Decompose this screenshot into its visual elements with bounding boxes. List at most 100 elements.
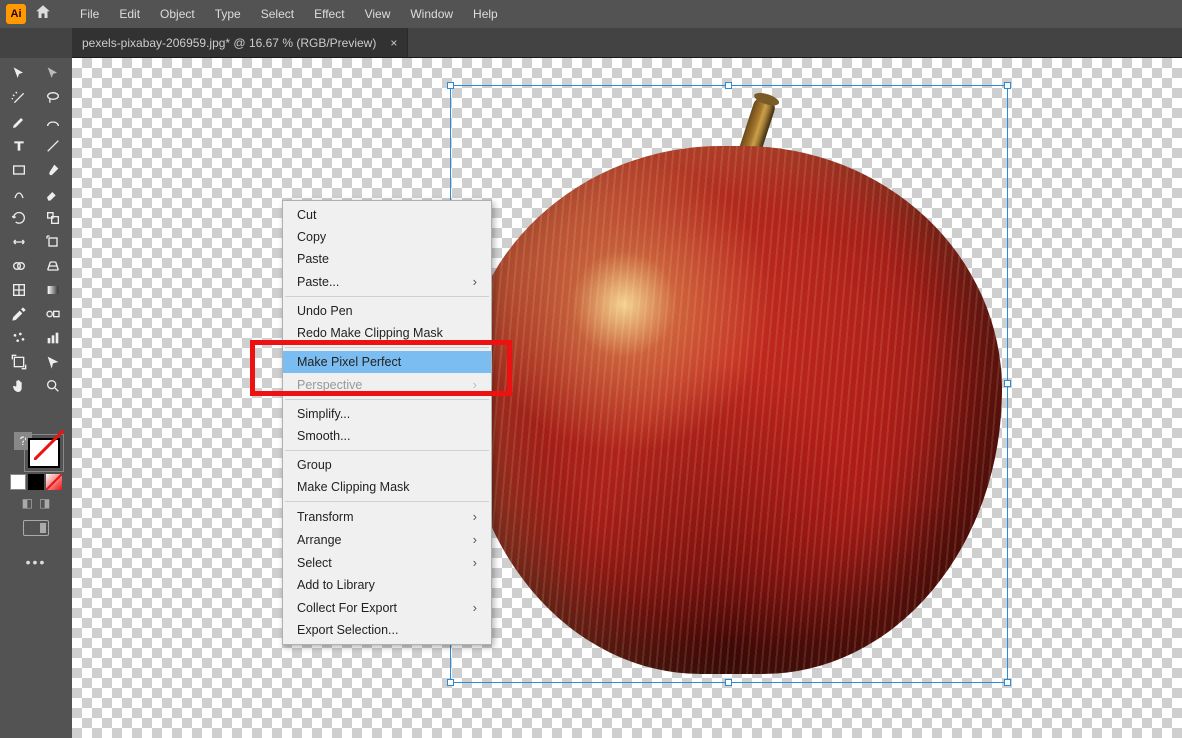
ctx-make-clipping-mask[interactable]: Make Clipping Mask bbox=[283, 476, 491, 498]
ctx-redo-make-clipping-mask[interactable]: Redo Make Clipping Mask bbox=[283, 322, 491, 344]
free-transform-tool-icon[interactable] bbox=[39, 232, 67, 252]
ctx-separator bbox=[285, 296, 489, 297]
app-icon: Ai bbox=[6, 4, 26, 24]
type-tool-icon[interactable] bbox=[5, 136, 33, 156]
ctx-transform[interactable]: Transform bbox=[283, 505, 491, 528]
gradient-tool-icon[interactable] bbox=[39, 280, 67, 300]
ctx-item-label: Group bbox=[297, 458, 332, 472]
zoom-tool-icon[interactable] bbox=[39, 376, 67, 396]
ctx-item-label: Add to Library bbox=[297, 578, 375, 592]
ctx-item-label: Copy bbox=[297, 230, 326, 244]
direct-selection-tool-icon[interactable] bbox=[39, 64, 67, 84]
menu-effect[interactable]: Effect bbox=[304, 0, 354, 28]
ctx-group[interactable]: Group bbox=[283, 454, 491, 476]
lasso-tool-icon[interactable] bbox=[39, 88, 67, 108]
home-icon[interactable] bbox=[34, 3, 52, 26]
handle-bottom-middle[interactable] bbox=[725, 679, 732, 686]
ctx-add-to-library[interactable]: Add to Library bbox=[283, 574, 491, 596]
shaper-tool-icon[interactable] bbox=[5, 184, 33, 204]
magic-wand-tool-icon[interactable] bbox=[5, 88, 33, 108]
ctx-item-label: Make Pixel Perfect bbox=[297, 355, 401, 369]
handle-top-middle[interactable] bbox=[725, 82, 732, 89]
document-tab[interactable]: pexels-pixabay-206959.jpg* @ 16.67 % (RG… bbox=[72, 28, 408, 57]
ctx-separator bbox=[285, 450, 489, 451]
handle-bottom-right[interactable] bbox=[1004, 679, 1011, 686]
pen-tool-icon[interactable] bbox=[5, 112, 33, 132]
menu-select[interactable]: Select bbox=[251, 0, 304, 28]
ctx-simplify[interactable]: Simplify... bbox=[283, 403, 491, 425]
curvature-tool-icon[interactable] bbox=[39, 112, 67, 132]
ctx-item-label: Export Selection... bbox=[297, 623, 398, 637]
ctx-paste[interactable]: Paste... bbox=[283, 270, 491, 293]
ctx-item-label: Collect For Export bbox=[297, 601, 397, 615]
handle-middle-right[interactable] bbox=[1004, 380, 1011, 387]
menu-view[interactable]: View bbox=[355, 0, 401, 28]
draw-behind-icon[interactable]: ◨ bbox=[39, 496, 50, 510]
artboard-tool-icon[interactable] bbox=[5, 352, 33, 372]
eyedropper-tool-icon[interactable] bbox=[5, 304, 33, 324]
slice-tool-icon[interactable] bbox=[39, 352, 67, 372]
symbol-sprayer-tool-icon[interactable] bbox=[5, 328, 33, 348]
screen-mode-row: ◧ ◨ bbox=[22, 496, 51, 510]
menu-edit[interactable]: Edit bbox=[109, 0, 150, 28]
edit-toolbar-icon[interactable]: ••• bbox=[26, 554, 47, 570]
color-swatch-black[interactable] bbox=[28, 474, 44, 490]
ctx-item-label: Select bbox=[297, 556, 332, 570]
ctx-arrange[interactable]: Arrange bbox=[283, 528, 491, 551]
ctx-select[interactable]: Select bbox=[283, 551, 491, 574]
shape-builder-tool-icon[interactable] bbox=[5, 256, 33, 276]
handle-top-left[interactable] bbox=[447, 82, 454, 89]
rectangle-tool-icon[interactable] bbox=[5, 160, 33, 180]
ctx-item-label: Make Clipping Mask bbox=[297, 480, 410, 494]
ctx-export-selection[interactable]: Export Selection... bbox=[283, 619, 491, 641]
line-tool-icon[interactable] bbox=[39, 136, 67, 156]
paintbrush-tool-icon[interactable] bbox=[39, 160, 67, 180]
tabbar-left-strip bbox=[0, 28, 72, 58]
handle-top-right[interactable] bbox=[1004, 82, 1011, 89]
ctx-item-label: Simplify... bbox=[297, 407, 350, 421]
context-menu: Cut Copy Paste Paste... Undo Pen Redo Make Cl… bbox=[282, 200, 492, 645]
tab-close-icon[interactable]: × bbox=[390, 36, 397, 50]
menu-window[interactable]: Window bbox=[400, 0, 463, 28]
ctx-make-pixel-perfect[interactable]: Make Pixel Perfect bbox=[283, 351, 491, 373]
canvas-area[interactable]: Cut Copy Paste Paste... Undo Pen Redo Make Cl… bbox=[72, 58, 1182, 738]
empty-tool-slot bbox=[5, 400, 33, 420]
ctx-undo-pen[interactable]: Undo Pen bbox=[283, 300, 491, 322]
eraser-tool-icon[interactable] bbox=[39, 184, 67, 204]
menu-object[interactable]: Object bbox=[150, 0, 205, 28]
ctx-item-label: Transform bbox=[297, 510, 354, 524]
menu-help[interactable]: Help bbox=[463, 0, 508, 28]
rotate-tool-icon[interactable] bbox=[5, 208, 33, 228]
handle-bottom-left[interactable] bbox=[447, 679, 454, 686]
ctx-separator bbox=[285, 347, 489, 348]
ctx-item-label: Redo Make Clipping Mask bbox=[297, 326, 443, 340]
menu-file[interactable]: File bbox=[70, 0, 109, 28]
screen-mode-icon[interactable] bbox=[23, 520, 49, 536]
ctx-item-label: Undo Pen bbox=[297, 304, 353, 318]
draw-normal-icon[interactable]: ◧ bbox=[22, 496, 33, 510]
menu-bar: Ai File Edit Object Type Select Effect V… bbox=[0, 0, 1182, 28]
hand-tool-icon[interactable] bbox=[5, 376, 33, 396]
column-graph-tool-icon[interactable] bbox=[39, 328, 67, 348]
menu-type[interactable]: Type bbox=[205, 0, 251, 28]
perspective-grid-tool-icon[interactable] bbox=[39, 256, 67, 276]
blend-tool-icon[interactable] bbox=[39, 304, 67, 324]
selection-bounding-box[interactable] bbox=[450, 85, 1008, 683]
ctx-item-label: Paste... bbox=[297, 275, 339, 289]
ctx-item-label: Cut bbox=[297, 208, 316, 222]
ctx-perspective: Perspective bbox=[283, 373, 491, 396]
document-tab-title: pexels-pixabay-206959.jpg* @ 16.67 % (RG… bbox=[82, 36, 376, 50]
ctx-copy[interactable]: Copy bbox=[283, 226, 491, 248]
ctx-cut[interactable]: Cut bbox=[283, 204, 491, 226]
ctx-item-label: Perspective bbox=[297, 378, 362, 392]
ctx-paste[interactable]: Paste bbox=[283, 248, 491, 270]
selection-tool-icon[interactable] bbox=[5, 64, 33, 84]
mesh-tool-icon[interactable] bbox=[5, 280, 33, 300]
ctx-collect-for-export[interactable]: Collect For Export bbox=[283, 596, 491, 619]
width-tool-icon[interactable] bbox=[5, 232, 33, 252]
color-swatch-white[interactable] bbox=[10, 474, 26, 490]
ctx-smooth[interactable]: Smooth... bbox=[283, 425, 491, 447]
scale-tool-icon[interactable] bbox=[39, 208, 67, 228]
fill-stroke-indicator[interactable]: ? bbox=[12, 430, 60, 468]
color-none-icon[interactable] bbox=[46, 474, 62, 490]
